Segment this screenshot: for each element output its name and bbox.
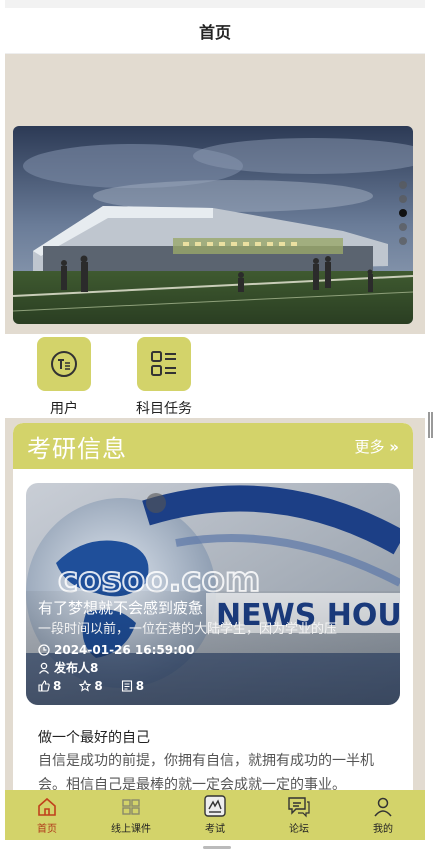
like-count: 8 — [53, 679, 62, 693]
news-stats: 8 8 8 — [38, 679, 388, 693]
status-edge — [5, 0, 425, 8]
quick-item-task[interactable]: 科目任务 — [124, 337, 204, 418]
tab-exam-label: 考试 — [205, 824, 225, 835]
more-label: 更多 — [354, 437, 385, 456]
forum-icon — [288, 797, 310, 818]
banner-image — [13, 126, 413, 324]
quick-entries: 用户 科目任务 — [5, 334, 425, 418]
like-stat[interactable]: 8 — [38, 679, 61, 693]
carousel-dot[interactable] — [399, 223, 407, 231]
app-screen: 首页 用户 科目任务 考研信息 更多 » cosoo.com 有了梦想就不会感到… — [5, 0, 425, 852]
carousel-dot[interactable] — [399, 195, 407, 203]
news-author-text: 发布人8 — [54, 661, 99, 675]
more-link[interactable]: 更多 » — [355, 436, 400, 457]
news-card[interactable]: NEWS HOUR cosoo.com 有了梦想就不会感到疲惫 一段时间以前，一… — [26, 483, 400, 705]
exam-icon — [204, 795, 226, 817]
carousel-dot[interactable] — [399, 237, 407, 245]
view-count: 8 — [135, 679, 145, 693]
double-chevron-right-icon: » — [389, 437, 399, 456]
carousel-dot-active[interactable] — [399, 209, 407, 217]
tab-mine[interactable]: 我的 — [341, 790, 425, 840]
courseware-icon — [122, 799, 140, 815]
news-desc: 一段时间以前，一位在港的大陆学生，因为学业的压 — [38, 622, 338, 637]
news-overlay: 有了梦想就不会感到疲惫 一段时间以前，一位在港的大陆学生，因为学业的压 2024… — [26, 591, 400, 705]
favorite-stat[interactable]: 8 — [79, 679, 103, 693]
favorite-count: 8 — [94, 679, 103, 693]
nav-bar: 首页 — [5, 8, 425, 54]
tab-courseware[interactable]: 线上课件 — [89, 790, 173, 840]
thumb-up-icon — [38, 680, 50, 692]
tab-courseware-label: 线上课件 — [111, 824, 151, 835]
kaoyan-info-panel: 考研信息 更多 » cosoo.com 有了梦想就不会感到疲惫 一段时间以前，一… — [13, 423, 413, 813]
quick-label-task: 科目任务 — [136, 401, 192, 417]
tab-forum[interactable]: 论坛 — [257, 790, 341, 840]
view-stat: 8 — [121, 679, 144, 693]
clock-icon — [38, 644, 50, 656]
news-time: 2024-01-26 16:59:00 — [38, 641, 388, 659]
tab-mine-label: 我的 — [373, 824, 393, 835]
carousel-dot[interactable] — [399, 181, 407, 189]
news-time-text: 2024-01-26 16:59:00 — [54, 643, 195, 657]
news-title: 有了梦想就不会感到疲惫 — [38, 599, 204, 617]
resize-handle[interactable] — [428, 412, 433, 438]
article-snippet[interactable]: 做一个最好的自己 自信是成功的前提，你拥有自信，就拥有成功的一半机会。相信自己是… — [38, 727, 393, 797]
article-title: 做一个最好的自己 — [38, 730, 150, 746]
user-text-icon — [37, 337, 91, 391]
document-icon — [121, 680, 132, 692]
banner-carousel[interactable] — [13, 126, 413, 324]
news-author: 发布人8 — [38, 659, 388, 677]
home-indicator — [203, 846, 231, 849]
tab-bar: 首页 线上课件 考试 论坛 我的 — [5, 790, 425, 840]
star-icon — [79, 680, 92, 692]
task-list-icon — [137, 337, 191, 391]
carousel-indicators — [399, 181, 407, 245]
tab-forum-label: 论坛 — [289, 824, 309, 835]
tab-home[interactable]: 首页 — [5, 790, 89, 840]
quick-label-user: 用户 — [50, 401, 78, 417]
person-icon — [38, 662, 50, 674]
tab-home-label: 首页 — [37, 824, 57, 835]
person-icon — [374, 797, 392, 817]
quick-item-user[interactable]: 用户 — [24, 337, 104, 418]
home-icon — [38, 797, 56, 816]
page-title: 首页 — [198, 22, 231, 42]
tab-exam[interactable]: 考试 — [173, 790, 257, 840]
panel-title: 考研信息 — [27, 434, 127, 463]
panel-header: 考研信息 更多 » — [13, 423, 413, 469]
